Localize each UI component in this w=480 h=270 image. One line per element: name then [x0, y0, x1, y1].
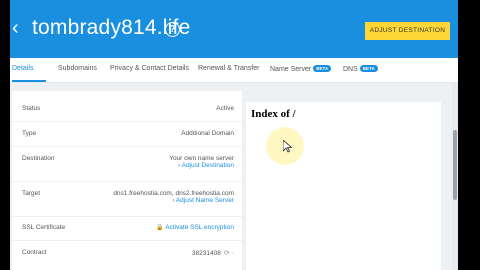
- type-value: Additional Domain: [181, 130, 234, 137]
- divider: [12, 121, 242, 122]
- domain-header: ‹ tombrady814.life ? ADJUST DESTINATION: [0, 0, 480, 58]
- site-preview: Index of /: [246, 102, 441, 270]
- tab-name-server-label: Name Server: [270, 66, 312, 73]
- activate-ssl-link-label: Activate SSL encryption: [165, 224, 234, 231]
- activate-ssl-link[interactable]: 🔒 Activate SSL encryption: [156, 224, 234, 231]
- status-value: Active: [216, 105, 234, 112]
- lock-icon: 🔒: [156, 225, 164, 231]
- right-border: [458, 0, 480, 270]
- destination-text: Your own name server: [169, 155, 234, 162]
- scrollbar-thumb[interactable]: [453, 130, 457, 200]
- contract-value: 38231408 ⟳ ·: [192, 249, 234, 257]
- target-text: dns1.freehostia.com, dns2.freehostia.com: [113, 190, 234, 197]
- tab-details[interactable]: Details: [12, 65, 33, 72]
- divider: [12, 181, 242, 182]
- tab-dns[interactable]: DNS BETA: [343, 65, 378, 73]
- ssl-label: SSL Certificate: [22, 224, 66, 231]
- details-panel: Status Active Type Additional Domain Des…: [12, 91, 242, 270]
- tab-name-server[interactable]: Name Server BETA: [270, 65, 332, 73]
- tab-dns-label: DNS: [343, 66, 358, 73]
- divider: [12, 240, 242, 241]
- left-border: [0, 0, 10, 270]
- help-icon[interactable]: ?: [165, 22, 180, 37]
- target-value: dns1.freehostia.com, dns2.freehostia.com…: [113, 190, 234, 204]
- active-tab-indicator: [12, 80, 46, 82]
- status-label: Status: [22, 105, 41, 112]
- beta-badge: BETA: [313, 65, 332, 72]
- target-label: Target: [22, 190, 41, 197]
- adjust-destination-link-label: Adjust Destination: [181, 162, 234, 169]
- contract-number: 38231408: [191, 250, 221, 257]
- arrow-left-icon[interactable]: ‹: [12, 18, 19, 38]
- tab-bar: Details Subdomains Privacy & Contact Det…: [0, 58, 480, 83]
- divider: [12, 216, 242, 217]
- tab-renewal-transfer[interactable]: Renewal & Transfer: [198, 65, 259, 72]
- destination-value: Your own name server › Adjust Destinatio…: [169, 155, 234, 169]
- refresh-icon[interactable]: ⟳ ·: [224, 250, 234, 257]
- adjust-destination-link[interactable]: › Adjust Destination: [178, 162, 234, 169]
- adjust-name-server-link[interactable]: › Adjust Name Server: [172, 197, 234, 204]
- type-label: Type: [22, 130, 37, 137]
- divider: [12, 146, 242, 147]
- index-heading: Index of /: [251, 108, 296, 120]
- destination-label: Destination: [22, 155, 55, 162]
- adjust-destination-button[interactable]: ADJUST DESTINATION: [365, 22, 450, 40]
- adjust-name-server-link-label: Adjust Name Server: [175, 197, 234, 204]
- tab-subdomains[interactable]: Subdomains: [58, 65, 97, 72]
- beta-badge: BETA: [359, 65, 378, 72]
- tab-privacy-contact[interactable]: Privacy & Contact Details: [110, 65, 189, 72]
- contract-label: Contract: [22, 249, 47, 256]
- browser-frame: ‹ tombrady814.life ? ADJUST DESTINATION …: [0, 0, 480, 270]
